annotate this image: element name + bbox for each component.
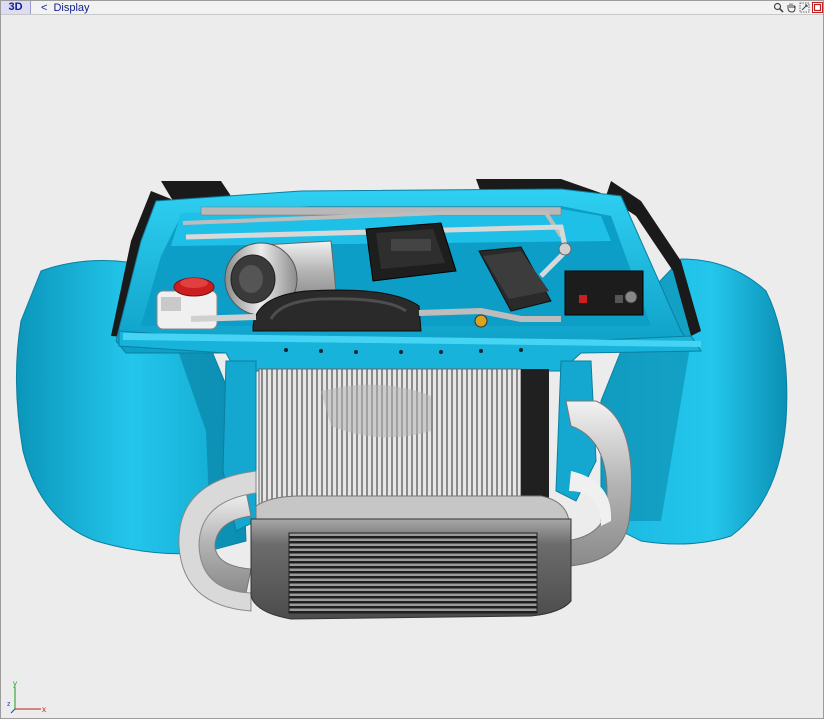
display-menu[interactable]: Display: [53, 2, 89, 14]
reservoir-label: [161, 297, 181, 311]
intercooler-core: [288, 532, 538, 614]
battery-terminal-neg: [615, 295, 623, 303]
battery-terminal-pos: [579, 295, 587, 303]
axis-z-label: z: [7, 701, 11, 708]
viewport-toolbar: 3D < Display: [1, 1, 823, 15]
fuel-fitting: [474, 314, 488, 328]
bolt: [284, 348, 288, 352]
valve-cover-badge: [391, 239, 431, 251]
pan-hand-icon[interactable]: [786, 2, 797, 13]
turbo-wheel: [239, 265, 263, 293]
battery-vent: [624, 290, 638, 304]
silver-pipe-left: [190, 314, 257, 322]
brake-fitting: [558, 242, 572, 256]
back-button[interactable]: <: [41, 2, 47, 14]
rotate-icon[interactable]: [799, 2, 810, 13]
reservoir-cap-top: [180, 278, 208, 288]
zoom-icon[interactable]: [773, 2, 784, 13]
car-engine-bay-model[interactable]: [1, 15, 824, 715]
bolt: [519, 348, 523, 352]
axis-triad: y x z: [7, 679, 46, 714]
axis-y-label: y: [13, 679, 17, 688]
3d-viewport[interactable]: 3D < Display y x z: [0, 0, 824, 719]
bolt: [399, 350, 403, 354]
bolt: [319, 349, 323, 353]
bolt: [479, 349, 483, 353]
tab-3d[interactable]: 3D: [1, 1, 31, 14]
bolt: [354, 350, 358, 354]
close-icon[interactable]: [812, 2, 823, 13]
radiator-tank: [521, 369, 549, 499]
axis-x-label: x: [42, 705, 46, 714]
bolt: [439, 350, 443, 354]
